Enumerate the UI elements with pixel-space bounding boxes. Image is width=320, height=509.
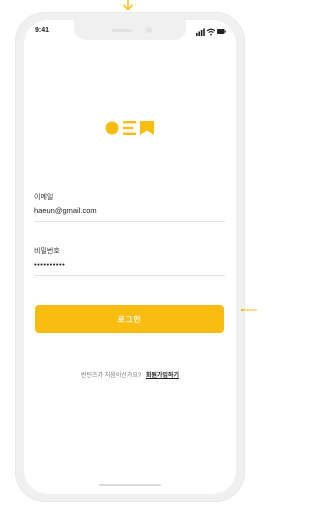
signup-link[interactable]: 회원가입하기 bbox=[146, 373, 179, 379]
email-label: 이메일 bbox=[34, 194, 54, 201]
password-field[interactable]: •••••••••• bbox=[34, 260, 65, 269]
status-icons bbox=[196, 28, 226, 36]
login-screen: 9:41 이메일 haeun@gmail.com 비밀번호 ••••••••••… bbox=[24, 20, 236, 494]
logo-bar-1 bbox=[123, 121, 136, 124]
logo-circle bbox=[105, 121, 119, 135]
app-logo-icon bbox=[105, 121, 154, 135]
canvas: 9:41 이메일 haeun@gmail.com 비밀번호 ••••••••••… bbox=[0, 0, 257, 509]
logo-bar-2 bbox=[123, 126, 133, 130]
status-time: 9:41 bbox=[35, 27, 50, 34]
notch bbox=[74, 20, 186, 40]
speaker bbox=[112, 29, 132, 32]
signup-question: 번틴즈가 처음이신가요? bbox=[80, 373, 142, 379]
phone-frame: 9:41 이메일 haeun@gmail.com 비밀번호 ••••••••••… bbox=[15, 12, 245, 502]
login-button[interactable]: 로그인 bbox=[35, 305, 224, 333]
signal-icon bbox=[196, 28, 205, 36]
battery-icon bbox=[217, 29, 226, 34]
home-indicator bbox=[99, 484, 161, 486]
password-underline bbox=[34, 275, 225, 276]
email-underline bbox=[34, 221, 225, 222]
signup-row: 번틴즈가 처음이신가요? 회원가입하기 bbox=[24, 370, 236, 379]
wifi-icon bbox=[206, 28, 216, 36]
connector-dot-icon bbox=[241, 309, 257, 311]
logo-bookmark bbox=[140, 121, 154, 135]
password-label: 비밀번호 bbox=[34, 248, 60, 255]
camera-icon bbox=[146, 27, 152, 33]
email-field[interactable]: haeun@gmail.com bbox=[34, 206, 97, 215]
arrow-down-icon bbox=[122, 0, 134, 11]
logo-bar-3 bbox=[123, 132, 136, 135]
